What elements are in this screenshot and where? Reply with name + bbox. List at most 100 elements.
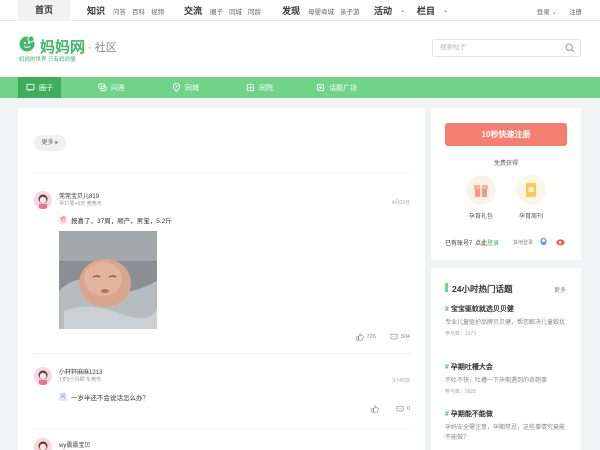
qq-icon[interactable] bbox=[539, 237, 548, 246]
nav-city[interactable]: 同城 bbox=[229, 6, 242, 16]
feed-post[interactable]: 小轩轩麻麻1213 1岁5个月卿 东莞市 3小时前 问 一岁半还不会说话怎么办？… bbox=[34, 367, 410, 422]
tab-qa[interactable]: 问答 bbox=[98, 77, 125, 98]
nav-qa[interactable]: 问答 bbox=[113, 6, 126, 16]
post-author[interactable]: 莞莞宝贝儿819 bbox=[59, 191, 99, 200]
top-navigation: 首页 知识 问答 百科 视频 交流 圈子 同城 同龄 发现 母婴商城 亲子游 活… bbox=[0, 0, 600, 21]
tab-label: 同院 bbox=[259, 84, 273, 92]
weibo-icon[interactable] bbox=[556, 237, 565, 246]
like-button[interactable] bbox=[371, 405, 382, 413]
post-author[interactable]: wy震震宝贝 bbox=[59, 440, 90, 449]
tab-hospital[interactable]: 同院 bbox=[246, 77, 273, 98]
chat-bubble-icon bbox=[26, 83, 35, 92]
hospital-icon bbox=[246, 83, 255, 92]
logo-community: · 社区 bbox=[88, 42, 117, 54]
tab-label: 问答 bbox=[111, 84, 125, 92]
weekly-magazine-icon[interactable] bbox=[516, 175, 546, 205]
tab-circle[interactable]: 圈子 bbox=[18, 77, 61, 98]
logo-text[interactable]: 妈妈网 bbox=[40, 36, 85, 57]
nav-age[interactable]: 同龄 bbox=[248, 6, 261, 16]
more-button[interactable]: 更多 ▸ bbox=[34, 135, 66, 151]
post-text: 报喜了，37周，顺产，男宝，5.2斤 bbox=[71, 218, 172, 225]
hot-topics-more-link[interactable]: 更多 bbox=[554, 285, 566, 294]
topic-desc: 孕妈安全需注意，孕期禁忌，这些事情究竟能不能做？ bbox=[445, 425, 566, 441]
nav-column: 栏目 bbox=[417, 6, 436, 16]
comment-count: 0 bbox=[406, 406, 410, 412]
topic-desc: 不吐不快，吐槽一下孕期遇到的奇葩事 bbox=[445, 378, 548, 384]
post-content[interactable]: 晒 报喜了，37周，顺产，男宝，5.2斤 bbox=[59, 215, 172, 225]
search-box[interactable]: 搜索帖子 bbox=[432, 39, 581, 57]
mama-logo-icon[interactable] bbox=[18, 34, 36, 52]
other-login-label: 其他登录 bbox=[513, 240, 534, 246]
like-button[interactable]: 726 bbox=[356, 333, 376, 341]
qa-icon bbox=[98, 83, 107, 92]
avatar[interactable] bbox=[34, 191, 52, 209]
login-link: 登录 bbox=[536, 8, 550, 16]
nav-activity: 活动 bbox=[374, 6, 393, 16]
hash-icon: # bbox=[445, 306, 449, 313]
post-stats: 726 504 bbox=[356, 333, 410, 341]
post-text: 一岁半还不会说话怎么办？ bbox=[71, 395, 149, 402]
sidebar-login-link[interactable]: 登录 bbox=[487, 241, 499, 247]
comment-icon bbox=[390, 333, 398, 340]
hot-topic-item[interactable]: # 孕期能不能做 孕妈安全需注意，孕期禁忌，这些事情究竟能不能做？ bbox=[445, 409, 570, 443]
nav-circle[interactable]: 圈子 bbox=[210, 6, 223, 16]
nav-home[interactable]: 首页 bbox=[18, 0, 70, 21]
hash-icon: # bbox=[445, 364, 449, 371]
post-date: 3小时前 bbox=[392, 378, 410, 384]
weekly-label[interactable]: 孕育周刊 bbox=[511, 211, 551, 220]
hot-topic-item[interactable]: # 宝宝驱蚊就选贝贝健 专业儿童驱护品牌贝贝健，帮您解决儿童蚊扰 参与数：197… bbox=[445, 304, 570, 337]
search-input[interactable]: 搜索帖子 bbox=[440, 40, 466, 56]
topic-title: 宝宝驱蚊就选贝贝健 bbox=[450, 306, 514, 313]
comment-button[interactable]: 0 bbox=[396, 405, 410, 413]
post-badge: 问 bbox=[59, 393, 67, 401]
login-prompt: 已有账号？点此登录 bbox=[445, 238, 499, 247]
post-author[interactable]: 小轩轩麻麻1213 bbox=[59, 367, 102, 376]
gift-label[interactable]: 孕育礼包 bbox=[461, 211, 501, 220]
gift-box-icon[interactable] bbox=[466, 175, 496, 205]
feed-post[interactable]: 莞莞宝贝儿819 孕17周+0天 莞莞市 4月03日 晒 报喜了，37周，顺产，… bbox=[34, 191, 410, 346]
comment-icon bbox=[396, 405, 404, 412]
topic-desc: 专业儿童驱护品牌贝贝健，帮您解决儿童蚊扰 bbox=[445, 320, 566, 326]
avatar[interactable] bbox=[34, 367, 52, 385]
post-meta: 1岁5个月卿 东莞市 bbox=[59, 377, 101, 383]
nav-group-knowledge: 知识 问答 百科 视频 bbox=[87, 0, 164, 21]
divider bbox=[34, 172, 410, 173]
nav-group-discover: 发现 母婴商城 亲子游 bbox=[282, 0, 360, 21]
hash-icon: # bbox=[445, 411, 449, 418]
post-date: 4月03日 bbox=[391, 200, 410, 206]
nav-activity-dropdown[interactable]: 活动 ⌄ bbox=[374, 0, 405, 21]
quick-register-button[interactable]: 10秒快速注册 bbox=[445, 123, 567, 146]
nav-column-dropdown[interactable]: 栏目 ⌄ bbox=[417, 0, 448, 21]
comment-button[interactable]: 504 bbox=[390, 333, 410, 341]
nav-baike[interactable]: 百科 bbox=[132, 6, 145, 16]
register-link[interactable]: 注册 bbox=[569, 6, 582, 16]
nav-knowledge[interactable]: 知识 bbox=[87, 4, 105, 17]
nav-exchange[interactable]: 交流 bbox=[184, 4, 202, 17]
avatar[interactable] bbox=[34, 438, 52, 450]
login-dropdown[interactable]: 登录 ⌄ bbox=[537, 6, 557, 16]
post-meta: 孕17周+0天 莞莞市 bbox=[59, 201, 102, 207]
search-icon[interactable] bbox=[565, 43, 575, 53]
tab-city[interactable]: 同城 bbox=[172, 77, 199, 98]
hot-topic-item[interactable]: # 孕期吐槽大会 不吐不快，吐槽一下孕期遇到的奇葩事 参与数：9925 bbox=[445, 362, 570, 395]
topic-title: 孕期吐槽大会 bbox=[450, 364, 493, 371]
tab-label: 圈子 bbox=[39, 84, 53, 92]
post-stats: 0 bbox=[371, 405, 410, 413]
girl-avatar-icon bbox=[34, 191, 52, 209]
free-label: 免费获得 bbox=[493, 161, 518, 167]
tab-topic-square[interactable]: 话题广场 bbox=[316, 77, 357, 98]
newborn-photo[interactable] bbox=[59, 231, 157, 329]
nav-discover[interactable]: 发现 bbox=[282, 4, 300, 17]
topic-icon bbox=[316, 83, 325, 92]
logo-slogan: 妈妈的世界 只有妈妈懂 bbox=[19, 57, 76, 63]
comment-count: 504 bbox=[400, 334, 410, 340]
divider bbox=[34, 353, 410, 354]
chevron-down-icon: ⌄ bbox=[551, 8, 557, 16]
like-count: 726 bbox=[366, 334, 376, 340]
nav-travel[interactable]: 亲子游 bbox=[340, 6, 360, 16]
nav-mall[interactable]: 母婴商城 bbox=[308, 6, 334, 16]
tab-label: 同城 bbox=[185, 84, 199, 92]
post-content[interactable]: 问 一岁半还不会说话怎么办？ bbox=[59, 392, 149, 402]
nav-video[interactable]: 视频 bbox=[151, 6, 164, 16]
feed-post[interactable]: wy震震宝贝 bbox=[34, 438, 410, 450]
